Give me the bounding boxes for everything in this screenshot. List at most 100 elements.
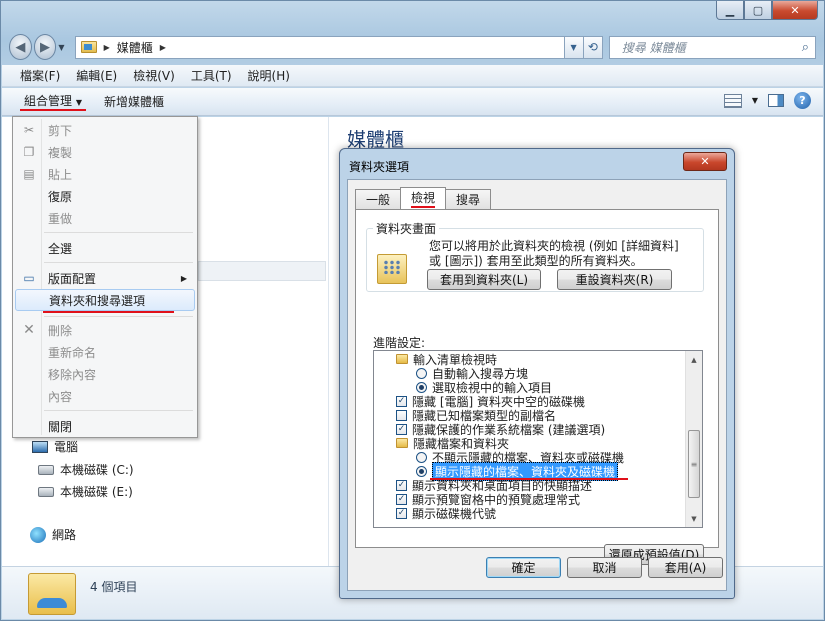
- nav-selection-row: [198, 261, 326, 281]
- forward-button[interactable]: ▶: [33, 34, 57, 60]
- checkbox[interactable]: [396, 409, 407, 421]
- nav-label-drive-c: 本機磁碟 (C:): [60, 463, 134, 477]
- tab-label: 一般: [366, 193, 391, 207]
- checkbox[interactable]: ✓: [396, 507, 407, 519]
- breadcrumb-separator-icon[interactable]: ▶: [101, 43, 113, 52]
- menu-item-rename[interactable]: 重新命名: [15, 341, 195, 363]
- maximize-button[interactable]: ▢: [744, 1, 772, 20]
- preview-pane-icon[interactable]: [768, 94, 784, 107]
- menu-help[interactable]: 說明(H): [240, 67, 298, 84]
- menu-item-label: 全選: [48, 241, 73, 256]
- menu-tools[interactable]: 工具(T): [183, 67, 240, 84]
- menu-item-label: 重新命名: [48, 345, 97, 360]
- reset-folders-button[interactable]: 重設資料夾(R): [557, 269, 672, 290]
- recent-pages-dropdown[interactable]: ▼: [58, 43, 64, 52]
- back-arrow-icon: ◀: [15, 39, 26, 55]
- menu-item-cut[interactable]: ✂ 剪下: [15, 119, 195, 141]
- menu-separator: [44, 232, 193, 233]
- checkbox[interactable]: ✓: [396, 493, 407, 505]
- nav-label-computer: 電腦: [54, 440, 79, 454]
- menu-separator: [44, 410, 193, 411]
- apply-to-folders-button[interactable]: 套用到資料夾(L): [427, 269, 541, 290]
- address-dropdown-button[interactable]: ▼: [564, 35, 584, 59]
- folder-views-group: 資料夾畫面 您可以將用於此資料夾的檢視 (例如 [詳細資料] 或 [圖示]) 套…: [366, 220, 704, 292]
- address-bar[interactable]: ▶ 媒體櫃 ▶: [74, 35, 565, 59]
- forward-arrow-icon: ▶: [40, 39, 51, 55]
- menu-bar: 檔案(F) 編輯(E) 檢視(V) 工具(T) 說明(H): [2, 65, 823, 87]
- radio-button[interactable]: [416, 381, 427, 393]
- refresh-icon: ⟲: [587, 40, 598, 54]
- paste-icon: ▤: [23, 167, 35, 181]
- tab-search[interactable]: 搜尋: [445, 189, 492, 209]
- submenu-arrow-icon: ▶: [180, 273, 187, 283]
- refresh-button[interactable]: ⟲: [583, 35, 603, 59]
- nav-item-network[interactable]: 網路: [30, 526, 76, 543]
- chevron-down-icon: ▼: [570, 42, 577, 52]
- menu-item-folder-search-options[interactable]: 資料夾和搜尋選項: [15, 289, 195, 313]
- menu-item-remove-properties[interactable]: 移除內容: [15, 363, 195, 385]
- menu-item-layout[interactable]: ▭ 版面配置 ▶: [15, 267, 195, 289]
- scroll-down-arrow-icon[interactable]: ▼: [686, 510, 702, 527]
- checkbox[interactable]: ✓: [396, 479, 407, 491]
- menu-item-label: 貼上: [48, 167, 73, 182]
- menu-item-label: 內容: [48, 389, 73, 404]
- item-count: 4 個項目: [90, 580, 138, 594]
- change-view-icon[interactable]: [723, 93, 742, 108]
- menu-item-label: 版面配置: [48, 271, 97, 286]
- breadcrumb-libraries[interactable]: 媒體櫃: [113, 39, 157, 56]
- checkbox-show-drive-letters[interactable]: ✓ 顯示磁碟機代號: [396, 506, 496, 521]
- cancel-button[interactable]: 取消: [567, 557, 642, 578]
- nav-item-drive-c[interactable]: 本機磁碟 (C:): [38, 461, 134, 478]
- maximize-icon: ▢: [752, 3, 764, 17]
- organize-menu: ✂ 剪下 ❐ 複製 ▤ 貼上 復原 重做 全選 ▭ 版面配置 ▶ 資料夾和搜尋選項 ✕ 刪除…: [12, 116, 198, 438]
- tab-label: 搜尋: [456, 193, 481, 207]
- radio-button[interactable]: [416, 465, 427, 477]
- checkbox[interactable]: ✓: [396, 395, 407, 407]
- search-input[interactable]: 搜尋 媒體櫃 ⌕: [608, 35, 816, 59]
- menu-item-properties[interactable]: 內容: [15, 385, 195, 407]
- nav-item-computer[interactable]: 電腦: [32, 438, 78, 455]
- minimize-button[interactable]: ▁: [716, 1, 744, 20]
- apply-button[interactable]: 套用(A): [648, 557, 723, 578]
- menu-item-label: 重做: [48, 211, 73, 226]
- minimize-icon: ▁: [725, 3, 735, 17]
- view-options-dropdown-icon[interactable]: ▼: [752, 96, 758, 105]
- menu-item-copy[interactable]: ❐ 複製: [15, 141, 195, 163]
- close-icon: ✕: [700, 155, 710, 168]
- list-scrollbar[interactable]: ▲ ≡ ▼: [685, 351, 702, 527]
- help-icon[interactable]: ?: [794, 92, 811, 109]
- radio-button[interactable]: [416, 451, 427, 463]
- breadcrumb-separator-icon[interactable]: ▶: [157, 43, 169, 52]
- network-icon: [30, 526, 46, 543]
- tab-view[interactable]: 檢視: [400, 187, 447, 209]
- organize-button[interactable]: 組合管理 ▼: [20, 92, 86, 111]
- checkbox[interactable]: ✓: [396, 423, 407, 435]
- menu-edit[interactable]: 編輯(E): [68, 67, 125, 84]
- scroll-up-arrow-icon[interactable]: ▲: [686, 351, 702, 368]
- library-folder-icon: [28, 573, 76, 615]
- scroll-thumb[interactable]: ≡: [688, 430, 700, 498]
- caption-buttons: ▁ ▢ ✕: [716, 1, 818, 20]
- dialog-close-button[interactable]: ✕: [683, 152, 727, 171]
- menu-file[interactable]: 檔案(F): [12, 67, 68, 84]
- nav-item-drive-e[interactable]: 本機磁碟 (E:): [38, 483, 133, 500]
- close-button[interactable]: ✕: [772, 1, 818, 20]
- drive-icon: [38, 464, 54, 475]
- menu-view[interactable]: 檢視(V): [125, 67, 183, 84]
- menu-item-delete[interactable]: ✕ 刪除: [15, 319, 195, 341]
- radio-button[interactable]: [416, 367, 427, 379]
- folder-icon: [396, 354, 408, 364]
- menu-item-close[interactable]: 關閉: [15, 415, 195, 437]
- menu-item-redo[interactable]: 重做: [15, 207, 195, 229]
- back-button[interactable]: ◀: [9, 34, 32, 60]
- new-library-button[interactable]: 新增媒體櫃: [96, 93, 172, 110]
- organize-label: 組合管理: [24, 94, 73, 108]
- menu-item-select-all[interactable]: 全選: [15, 237, 195, 259]
- tab-general[interactable]: 一般: [355, 189, 402, 209]
- ok-button[interactable]: 確定: [486, 557, 561, 578]
- advanced-settings-list[interactable]: 輸入清單檢視時 自動輸入搜尋方塊 選取檢視中的輸入項目 ✓ 隱藏 [電腦] 資料夾…: [373, 350, 703, 528]
- menu-item-paste[interactable]: ▤ 貼上: [15, 163, 195, 185]
- search-icon[interactable]: ⌕: [802, 40, 809, 55]
- menu-item-undo[interactable]: 復原: [15, 185, 195, 207]
- copy-icon: ❐: [23, 145, 35, 159]
